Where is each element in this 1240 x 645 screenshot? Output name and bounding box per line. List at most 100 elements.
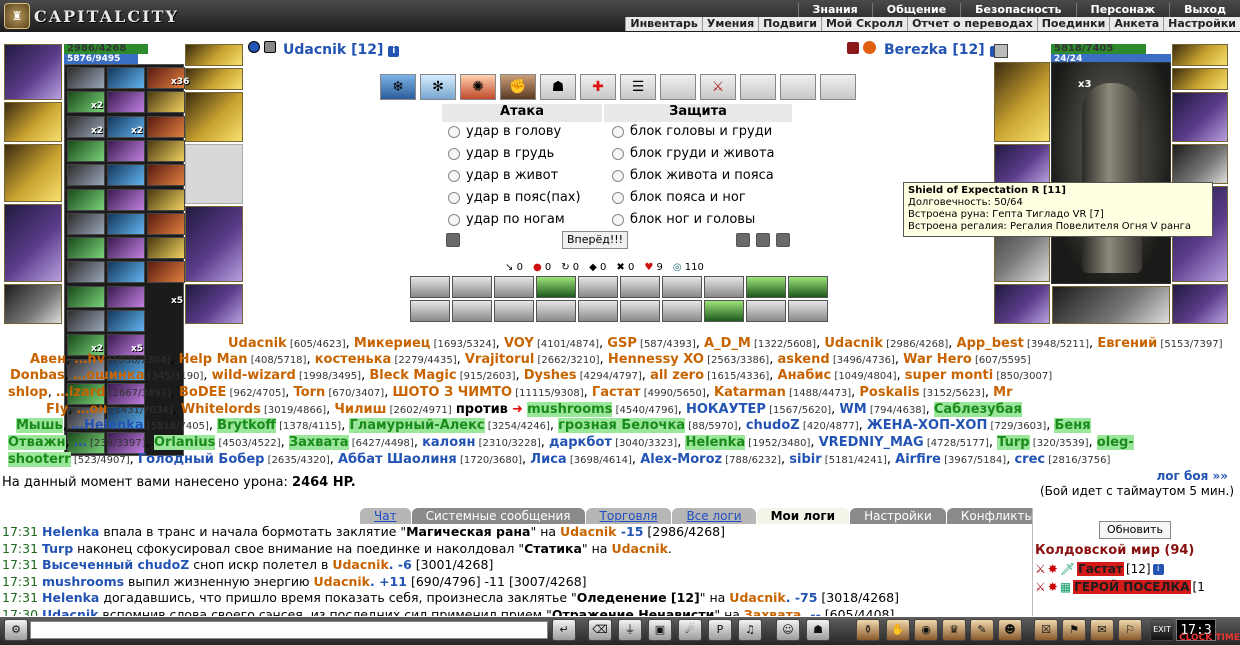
participant-name[interactable]: chudoZ: [746, 418, 800, 433]
block-chest-belly-option[interactable]: блок груди и живота: [612, 146, 775, 161]
cloak-slot[interactable]: [4, 204, 62, 282]
participant-name[interactable]: Help Man: [179, 352, 248, 367]
bag-item[interactable]: [147, 164, 185, 187]
log-fragment[interactable]: Udacnik: [729, 590, 785, 605]
participant-name[interactable]: shooterr: [8, 452, 71, 467]
participant-name[interactable]: oleg-: [1096, 435, 1134, 450]
participant-name[interactable]: Brytkoff: [217, 418, 276, 433]
swap-icon[interactable]: [756, 233, 770, 247]
coins-icon[interactable]: ◉: [914, 619, 938, 641]
tab-trade[interactable]: Торговля: [585, 508, 672, 524]
participant-name[interactable]: shlop: [8, 385, 48, 400]
refresh-button[interactable]: Обновить: [1099, 521, 1171, 539]
participant-name[interactable]: Гастат: [592, 385, 641, 400]
bag-item[interactable]: [107, 285, 145, 308]
emoticon-icon[interactable]: ☺: [776, 619, 800, 641]
attack-belt-radio[interactable]: [448, 191, 460, 204]
attack-legs-option[interactable]: удар по ногам: [448, 212, 565, 227]
opponent-name[interactable]: Berezka [12] i: [884, 42, 1001, 58]
log-fragment[interactable]: Turp: [42, 541, 73, 556]
participant-name[interactable]: Анабис: [778, 368, 832, 383]
effect-icon[interactable]: [704, 300, 744, 322]
participant-name[interactable]: НОКАУТЕР: [686, 402, 766, 417]
earrings-slot[interactable]: [185, 44, 243, 66]
participant-name[interactable]: sibir: [789, 452, 821, 467]
opponent-cloak-slot[interactable]: [994, 284, 1050, 324]
skill-snowflake-icon[interactable]: ✻: [420, 74, 456, 100]
participant-name[interactable]: Torn: [294, 385, 326, 400]
effect-icon[interactable]: [746, 300, 786, 322]
opponent-necklace-slot[interactable]: [1172, 68, 1228, 90]
opponent-boots-slot[interactable]: [1172, 284, 1228, 324]
participant-name[interactable]: WM: [839, 402, 866, 417]
participant-name[interactable]: Беня: [1054, 418, 1091, 433]
participant-name[interactable]: Лиса: [530, 452, 566, 467]
online-user-1-info-icon[interactable]: i: [1152, 563, 1164, 575]
bag-item[interactable]: [147, 139, 185, 162]
bag-item[interactable]: [67, 261, 105, 284]
participant-name[interactable]: …hv: [74, 352, 105, 367]
opponent-gloves-slot[interactable]: [1172, 92, 1228, 142]
bag-item[interactable]: [107, 67, 145, 89]
battle-log-link[interactable]: лог боя »»: [1157, 469, 1229, 483]
submenu-settings[interactable]: Настройки: [1163, 17, 1240, 31]
participant-name[interactable]: Helenka: [685, 435, 746, 450]
opponent-runes-slot[interactable]: [1052, 286, 1170, 324]
participant-name[interactable]: ШОТО З ЧИМТО: [392, 385, 512, 400]
gloves-slot[interactable]: [185, 92, 243, 142]
player-info-icon[interactable]: i: [388, 46, 400, 57]
effect-icon[interactable]: [746, 276, 786, 298]
effect-icon[interactable]: [410, 276, 450, 298]
effect-icon[interactable]: [536, 276, 576, 298]
participant-name[interactable]: Katarman: [714, 385, 786, 400]
effect-icon[interactable]: [452, 300, 492, 322]
participant-name[interactable]: …Helenka: [71, 418, 144, 433]
bag-item[interactable]: [67, 212, 105, 235]
player-name-text[interactable]: Udacnik [12]: [283, 42, 383, 58]
submenu-transfers[interactable]: Отчет о переводах: [907, 17, 1037, 31]
participant-name[interactable]: Orlanius: [153, 435, 216, 450]
log-fragment[interactable]: Udacnik: [611, 541, 667, 556]
exit-icon[interactable]: EXIT: [1150, 619, 1174, 641]
private-icon[interactable]: P: [708, 619, 732, 641]
menu-character[interactable]: Персонаж: [1075, 3, 1170, 17]
participant-name[interactable]: VOY: [504, 336, 534, 351]
block-legs-head-radio[interactable]: [612, 213, 624, 226]
bag-item[interactable]: [67, 67, 105, 89]
online-user-1[interactable]: ⚔ ✸ 🗡 Гастат [12] i: [1035, 562, 1164, 576]
effect-icon[interactable]: [788, 300, 828, 322]
participant-name[interactable]: Чилиш: [334, 402, 386, 417]
attack-belly-option[interactable]: удар в живот: [448, 168, 558, 183]
block-head-chest-radio[interactable]: [612, 125, 624, 138]
bag-item[interactable]: [67, 237, 105, 260]
attack-legs-radio[interactable]: [448, 213, 460, 226]
skill-shadow-icon[interactable]: ☗: [540, 74, 576, 100]
participant-name[interactable]: …ошинка: [73, 368, 144, 383]
participant-name[interactable]: Саблезубая: [933, 402, 1022, 417]
participant-name[interactable]: Гламурный-Алекс: [349, 418, 485, 433]
participant-name[interactable]: Whitelords: [181, 402, 261, 417]
participant-name[interactable]: super monti: [905, 368, 993, 383]
skill-fist-icon[interactable]: ✊: [500, 74, 536, 100]
participant-name[interactable]: Hennessy XO: [608, 352, 704, 367]
bag-item[interactable]: [147, 261, 185, 284]
bag-item[interactable]: [147, 212, 185, 235]
clan-icon-bottom[interactable]: ⚑: [1062, 619, 1086, 641]
effect-icon[interactable]: [578, 276, 618, 298]
skill-empty-slot-2[interactable]: [740, 74, 776, 100]
log-fragment[interactable]: Udacnik: [560, 524, 616, 539]
participant-name[interactable]: Donbas: [10, 368, 65, 383]
block-legs-head-option[interactable]: блок ног и головы: [612, 212, 755, 227]
effect-icon[interactable]: [578, 300, 618, 322]
participant-name[interactable]: GSP: [607, 336, 637, 351]
bag-item[interactable]: [147, 115, 185, 138]
map-icon[interactable]: ☒: [1034, 619, 1058, 641]
submenu-profile[interactable]: Анкета: [1109, 17, 1163, 31]
participant-name[interactable]: Евгений: [1097, 336, 1157, 351]
block-head-chest-option[interactable]: блок головы и груди: [612, 124, 772, 139]
bag-item[interactable]: [67, 310, 105, 332]
forward-button[interactable]: Вперёд!!!: [562, 231, 628, 249]
participant-name[interactable]: …он: [76, 402, 107, 417]
attack-belt-option[interactable]: удар в пояс(пах): [448, 190, 581, 205]
block-belt-legs-option[interactable]: блок пояса и ног: [612, 190, 746, 205]
